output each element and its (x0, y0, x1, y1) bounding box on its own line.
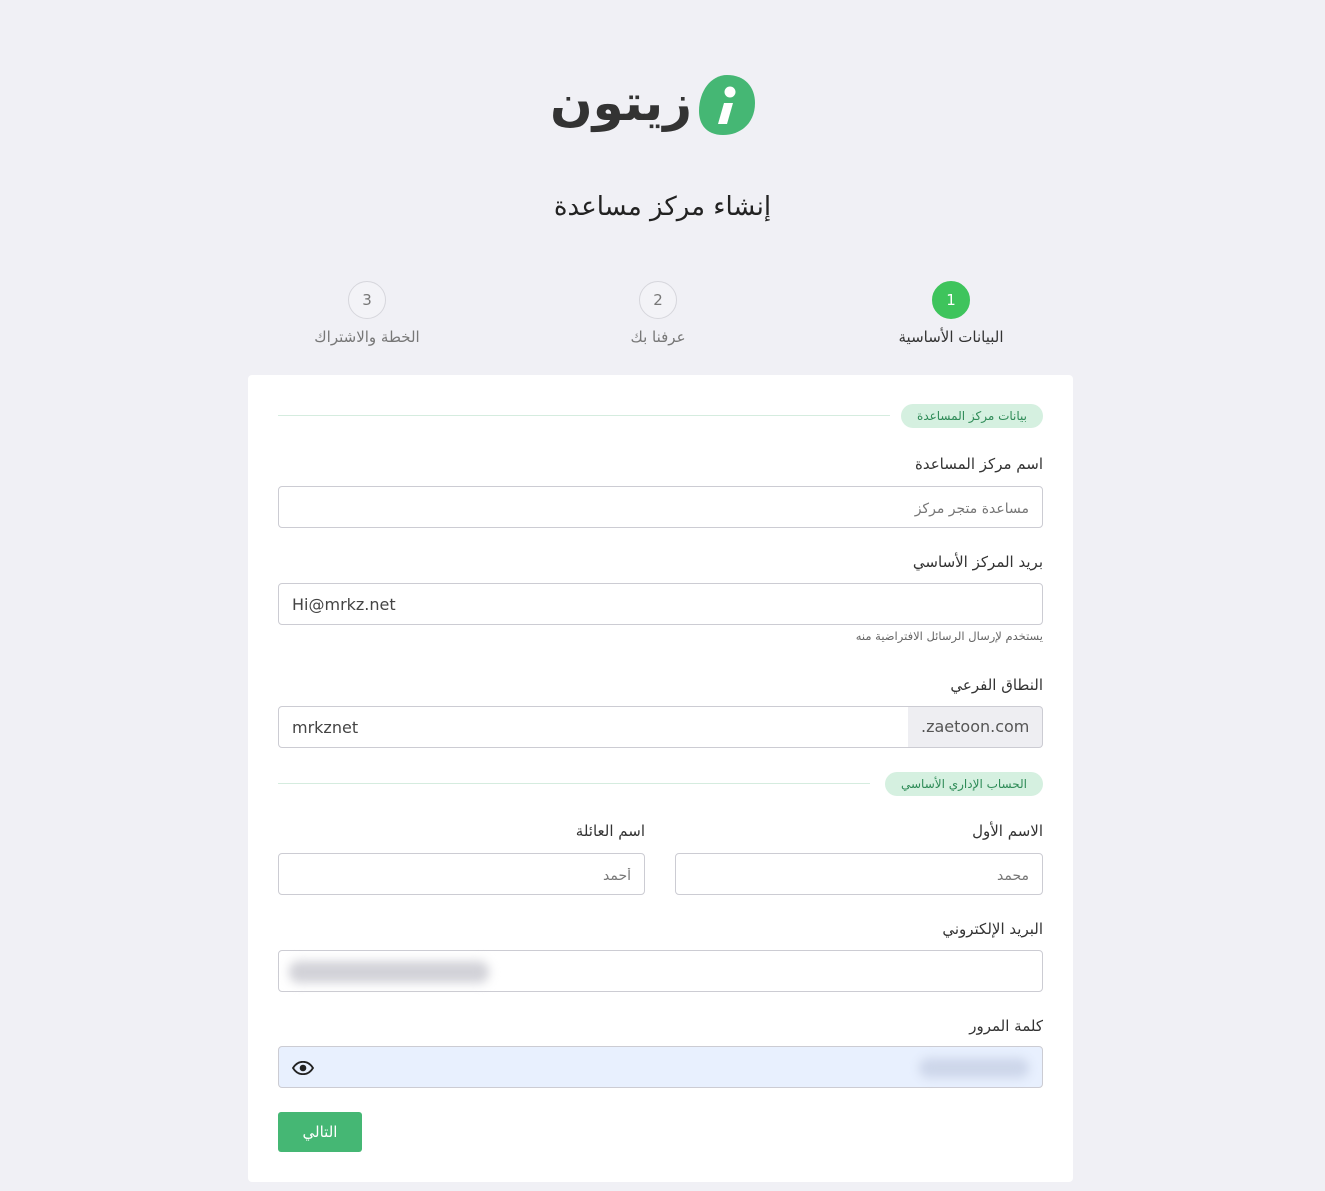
first-name-label: الاسم الأول (972, 822, 1043, 840)
redacted-password (919, 1058, 1029, 1078)
section-badge: بيانات مركز المساعدة (901, 404, 1043, 428)
section-header-helpdesk: بيانات مركز المساعدة (278, 404, 1043, 428)
step-label: الخطة والاشتراك (314, 328, 420, 346)
section-divider (278, 415, 890, 416)
helpdesk-email-hint: يستخدم لإرسال الرسائل الافتراضية منه (855, 629, 1043, 643)
subdomain-suffix: .zaetoon.com (908, 706, 1043, 748)
step-number: 2 (639, 281, 677, 319)
signup-form-card: بيانات مركز المساعدة اسم مركز المساعدة ب… (248, 375, 1073, 1182)
helpdesk-name-label: اسم مركز المساعدة (914, 455, 1043, 473)
section-divider (278, 783, 870, 784)
brand-logo: زيتون (550, 70, 760, 142)
step-label: عرفنا بك (630, 328, 686, 346)
step-label: البيانات الأساسية (898, 328, 1004, 346)
admin-email-input[interactable] (278, 950, 1043, 992)
subdomain-input[interactable] (278, 706, 910, 748)
last-name-label: اسم العائلة (575, 822, 645, 840)
logo-mark-icon (699, 75, 755, 135)
step-number: 3 (348, 281, 386, 319)
password-label: كلمة المرور (969, 1017, 1043, 1035)
brand-name: زيتون (550, 74, 693, 132)
page-title: إنشاء مركز مساعدة (553, 192, 772, 222)
step-plan-subscription[interactable]: 3 الخطة والاشتراك (267, 281, 467, 346)
helpdesk-email-input[interactable] (278, 583, 1043, 625)
password-input[interactable] (278, 1046, 1043, 1088)
subdomain-label: النطاق الفرعي (950, 676, 1043, 694)
section-badge: الحساب الإداري الأساسي (884, 772, 1043, 796)
eye-icon[interactable] (292, 1061, 314, 1075)
admin-email-label: البريد الإلكتروني (942, 920, 1043, 938)
step-about-you[interactable]: 2 عرفنا بك (558, 281, 758, 346)
step-number: 1 (932, 281, 970, 319)
redacted-email (289, 961, 489, 983)
helpdesk-name-input[interactable] (278, 486, 1043, 528)
last-name-input[interactable] (278, 853, 645, 895)
next-button[interactable]: التالي (278, 1112, 362, 1152)
section-header-admin: الحساب الإداري الأساسي (278, 772, 1043, 796)
first-name-input[interactable] (675, 853, 1043, 895)
helpdesk-email-label: بريد المركز الأساسي (912, 553, 1043, 571)
step-basic-info[interactable]: 1 البيانات الأساسية (851, 281, 1051, 346)
